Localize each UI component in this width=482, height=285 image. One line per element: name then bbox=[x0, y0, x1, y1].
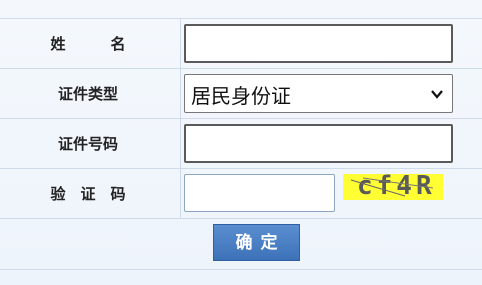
divider bbox=[0, 269, 482, 270]
captcha-input[interactable] bbox=[184, 174, 335, 212]
id-type-select[interactable]: 居民身份证 bbox=[184, 74, 453, 113]
id-number-input[interactable] bbox=[184, 124, 453, 163]
name-input[interactable] bbox=[184, 24, 453, 63]
divider bbox=[0, 218, 482, 219]
name-label: 姓 名 bbox=[50, 35, 126, 53]
id-type-label: 证件类型 bbox=[57, 85, 118, 103]
confirm-button[interactable]: 确定 bbox=[213, 224, 300, 261]
chevron-down-icon bbox=[431, 90, 443, 99]
captcha-image[interactable]: cf4R bbox=[343, 174, 443, 200]
divider bbox=[0, 68, 482, 69]
captcha-noise-lines bbox=[350, 177, 434, 197]
divider bbox=[0, 18, 482, 19]
divider bbox=[0, 168, 482, 169]
captcha-label: 验 证 码 bbox=[50, 185, 126, 203]
id-type-selected-value: 居民身份证 bbox=[191, 84, 291, 108]
divider bbox=[0, 118, 482, 119]
id-number-label: 证件号码 bbox=[57, 135, 118, 153]
divider bbox=[180, 18, 181, 218]
